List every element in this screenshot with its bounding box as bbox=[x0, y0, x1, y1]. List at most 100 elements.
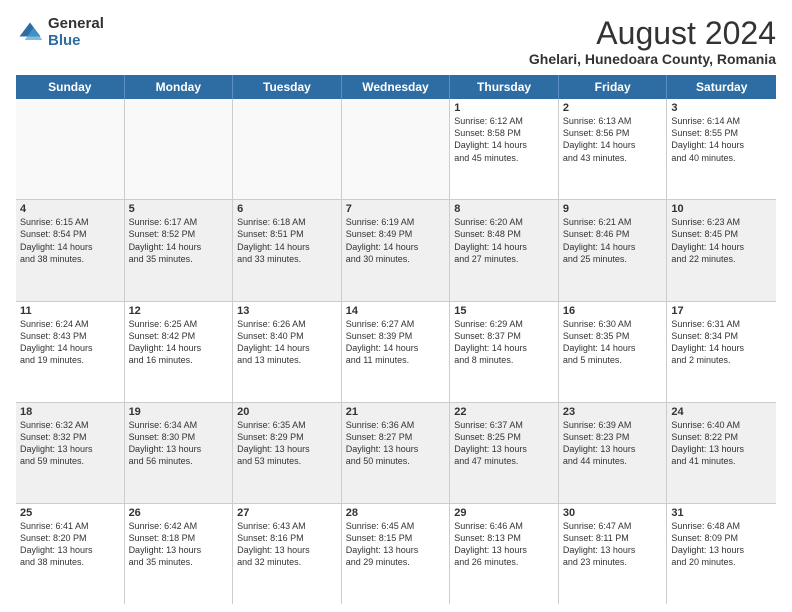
day-number: 20 bbox=[237, 406, 337, 418]
day-number: 7 bbox=[346, 203, 446, 215]
cell-text: Sunrise: 6:30 AMSunset: 8:35 PMDaylight:… bbox=[563, 318, 663, 367]
cal-cell-r3-c0: 18Sunrise: 6:32 AMSunset: 8:32 PMDayligh… bbox=[16, 403, 125, 503]
cal-cell-r0-c0 bbox=[16, 99, 125, 199]
cal-row-3: 18Sunrise: 6:32 AMSunset: 8:32 PMDayligh… bbox=[16, 403, 776, 504]
subtitle: Ghelari, Hunedoara County, Romania bbox=[529, 51, 776, 67]
header: General Blue August 2024 Ghelari, Hunedo… bbox=[16, 16, 776, 67]
header-thursday: Thursday bbox=[450, 75, 559, 99]
day-number: 25 bbox=[20, 507, 120, 519]
day-number: 10 bbox=[671, 203, 772, 215]
cell-text: Sunrise: 6:48 AMSunset: 8:09 PMDaylight:… bbox=[671, 520, 772, 569]
day-number: 2 bbox=[563, 102, 663, 114]
calendar-body: 1Sunrise: 6:12 AMSunset: 8:58 PMDaylight… bbox=[16, 99, 776, 604]
cell-text: Sunrise: 6:12 AMSunset: 8:58 PMDaylight:… bbox=[454, 115, 554, 164]
cal-cell-r3-c1: 19Sunrise: 6:34 AMSunset: 8:30 PMDayligh… bbox=[125, 403, 234, 503]
cell-text: Sunrise: 6:40 AMSunset: 8:22 PMDaylight:… bbox=[671, 419, 772, 468]
day-number: 19 bbox=[129, 406, 229, 418]
cal-cell-r0-c4: 1Sunrise: 6:12 AMSunset: 8:58 PMDaylight… bbox=[450, 99, 559, 199]
cal-cell-r2-c4: 15Sunrise: 6:29 AMSunset: 8:37 PMDayligh… bbox=[450, 302, 559, 402]
header-saturday: Saturday bbox=[667, 75, 776, 99]
day-number: 31 bbox=[671, 507, 772, 519]
day-number: 24 bbox=[671, 406, 772, 418]
cal-cell-r1-c2: 6Sunrise: 6:18 AMSunset: 8:51 PMDaylight… bbox=[233, 200, 342, 300]
day-number: 27 bbox=[237, 507, 337, 519]
cell-text: Sunrise: 6:20 AMSunset: 8:48 PMDaylight:… bbox=[454, 216, 554, 265]
cal-row-0: 1Sunrise: 6:12 AMSunset: 8:58 PMDaylight… bbox=[16, 99, 776, 200]
cell-text: Sunrise: 6:15 AMSunset: 8:54 PMDaylight:… bbox=[20, 216, 120, 265]
day-number: 4 bbox=[20, 203, 120, 215]
cell-text: Sunrise: 6:46 AMSunset: 8:13 PMDaylight:… bbox=[454, 520, 554, 569]
day-number: 3 bbox=[671, 102, 772, 114]
cal-cell-r0-c1 bbox=[125, 99, 234, 199]
cal-cell-r4-c2: 27Sunrise: 6:43 AMSunset: 8:16 PMDayligh… bbox=[233, 504, 342, 604]
cal-cell-r2-c1: 12Sunrise: 6:25 AMSunset: 8:42 PMDayligh… bbox=[125, 302, 234, 402]
day-number: 14 bbox=[346, 305, 446, 317]
cal-cell-r2-c0: 11Sunrise: 6:24 AMSunset: 8:43 PMDayligh… bbox=[16, 302, 125, 402]
day-number: 16 bbox=[563, 305, 663, 317]
cal-cell-r1-c4: 8Sunrise: 6:20 AMSunset: 8:48 PMDaylight… bbox=[450, 200, 559, 300]
cal-cell-r4-c1: 26Sunrise: 6:42 AMSunset: 8:18 PMDayligh… bbox=[125, 504, 234, 604]
header-monday: Monday bbox=[125, 75, 234, 99]
header-wednesday: Wednesday bbox=[342, 75, 451, 99]
cell-text: Sunrise: 6:19 AMSunset: 8:49 PMDaylight:… bbox=[346, 216, 446, 265]
day-number: 28 bbox=[346, 507, 446, 519]
cell-text: Sunrise: 6:31 AMSunset: 8:34 PMDaylight:… bbox=[671, 318, 772, 367]
cell-text: Sunrise: 6:35 AMSunset: 8:29 PMDaylight:… bbox=[237, 419, 337, 468]
cell-text: Sunrise: 6:45 AMSunset: 8:15 PMDaylight:… bbox=[346, 520, 446, 569]
day-number: 15 bbox=[454, 305, 554, 317]
cell-text: Sunrise: 6:25 AMSunset: 8:42 PMDaylight:… bbox=[129, 318, 229, 367]
day-number: 1 bbox=[454, 102, 554, 114]
cell-text: Sunrise: 6:13 AMSunset: 8:56 PMDaylight:… bbox=[563, 115, 663, 164]
header-friday: Friday bbox=[559, 75, 668, 99]
cal-row-2: 11Sunrise: 6:24 AMSunset: 8:43 PMDayligh… bbox=[16, 302, 776, 403]
cal-cell-r0-c5: 2Sunrise: 6:13 AMSunset: 8:56 PMDaylight… bbox=[559, 99, 668, 199]
cal-cell-r1-c6: 10Sunrise: 6:23 AMSunset: 8:45 PMDayligh… bbox=[667, 200, 776, 300]
cal-cell-r0-c2 bbox=[233, 99, 342, 199]
day-number: 30 bbox=[563, 507, 663, 519]
calendar-header: Sunday Monday Tuesday Wednesday Thursday… bbox=[16, 75, 776, 99]
cal-cell-r0-c6: 3Sunrise: 6:14 AMSunset: 8:55 PMDaylight… bbox=[667, 99, 776, 199]
cell-text: Sunrise: 6:41 AMSunset: 8:20 PMDaylight:… bbox=[20, 520, 120, 569]
day-number: 22 bbox=[454, 406, 554, 418]
day-number: 29 bbox=[454, 507, 554, 519]
day-number: 21 bbox=[346, 406, 446, 418]
cell-text: Sunrise: 6:23 AMSunset: 8:45 PMDaylight:… bbox=[671, 216, 772, 265]
cell-text: Sunrise: 6:36 AMSunset: 8:27 PMDaylight:… bbox=[346, 419, 446, 468]
cell-text: Sunrise: 6:47 AMSunset: 8:11 PMDaylight:… bbox=[563, 520, 663, 569]
cal-cell-r1-c1: 5Sunrise: 6:17 AMSunset: 8:52 PMDaylight… bbox=[125, 200, 234, 300]
cell-text: Sunrise: 6:39 AMSunset: 8:23 PMDaylight:… bbox=[563, 419, 663, 468]
cell-text: Sunrise: 6:26 AMSunset: 8:40 PMDaylight:… bbox=[237, 318, 337, 367]
cal-cell-r4-c3: 28Sunrise: 6:45 AMSunset: 8:15 PMDayligh… bbox=[342, 504, 451, 604]
cal-cell-r1-c5: 9Sunrise: 6:21 AMSunset: 8:46 PMDaylight… bbox=[559, 200, 668, 300]
cal-cell-r4-c4: 29Sunrise: 6:46 AMSunset: 8:13 PMDayligh… bbox=[450, 504, 559, 604]
cell-text: Sunrise: 6:43 AMSunset: 8:16 PMDaylight:… bbox=[237, 520, 337, 569]
cell-text: Sunrise: 6:34 AMSunset: 8:30 PMDaylight:… bbox=[129, 419, 229, 468]
day-number: 11 bbox=[20, 305, 120, 317]
logo-general-text: General bbox=[48, 16, 104, 33]
cell-text: Sunrise: 6:14 AMSunset: 8:55 PMDaylight:… bbox=[671, 115, 772, 164]
calendar: Sunday Monday Tuesday Wednesday Thursday… bbox=[16, 75, 776, 604]
page: General Blue August 2024 Ghelari, Hunedo… bbox=[0, 0, 792, 612]
cal-cell-r3-c2: 20Sunrise: 6:35 AMSunset: 8:29 PMDayligh… bbox=[233, 403, 342, 503]
logo-text: General Blue bbox=[48, 16, 104, 49]
cal-cell-r4-c6: 31Sunrise: 6:48 AMSunset: 8:09 PMDayligh… bbox=[667, 504, 776, 604]
cal-cell-r2-c6: 17Sunrise: 6:31 AMSunset: 8:34 PMDayligh… bbox=[667, 302, 776, 402]
main-title: August 2024 bbox=[529, 16, 776, 51]
cal-cell-r2-c2: 13Sunrise: 6:26 AMSunset: 8:40 PMDayligh… bbox=[233, 302, 342, 402]
cell-text: Sunrise: 6:32 AMSunset: 8:32 PMDaylight:… bbox=[20, 419, 120, 468]
title-block: August 2024 Ghelari, Hunedoara County, R… bbox=[529, 16, 776, 67]
day-number: 17 bbox=[671, 305, 772, 317]
cal-cell-r1-c3: 7Sunrise: 6:19 AMSunset: 8:49 PMDaylight… bbox=[342, 200, 451, 300]
cell-text: Sunrise: 6:21 AMSunset: 8:46 PMDaylight:… bbox=[563, 216, 663, 265]
cell-text: Sunrise: 6:18 AMSunset: 8:51 PMDaylight:… bbox=[237, 216, 337, 265]
cal-row-1: 4Sunrise: 6:15 AMSunset: 8:54 PMDaylight… bbox=[16, 200, 776, 301]
day-number: 8 bbox=[454, 203, 554, 215]
cal-cell-r0-c3 bbox=[342, 99, 451, 199]
cell-text: Sunrise: 6:27 AMSunset: 8:39 PMDaylight:… bbox=[346, 318, 446, 367]
cal-cell-r3-c5: 23Sunrise: 6:39 AMSunset: 8:23 PMDayligh… bbox=[559, 403, 668, 503]
day-number: 9 bbox=[563, 203, 663, 215]
day-number: 26 bbox=[129, 507, 229, 519]
cal-cell-r4-c0: 25Sunrise: 6:41 AMSunset: 8:20 PMDayligh… bbox=[16, 504, 125, 604]
cal-cell-r3-c3: 21Sunrise: 6:36 AMSunset: 8:27 PMDayligh… bbox=[342, 403, 451, 503]
day-number: 13 bbox=[237, 305, 337, 317]
